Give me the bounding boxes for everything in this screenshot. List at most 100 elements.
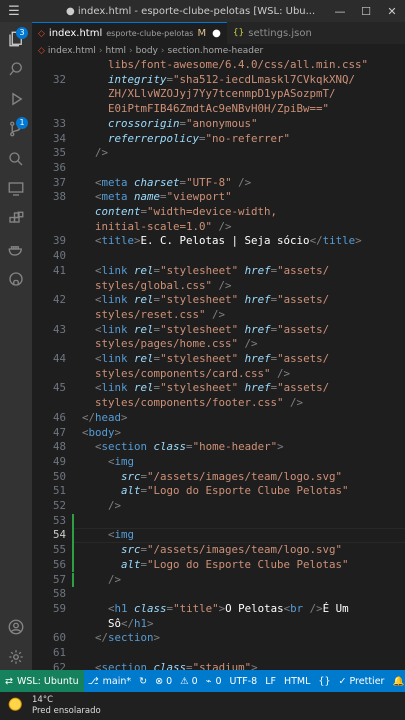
ports-count[interactable]: 0 (215, 676, 225, 687)
code-line[interactable]: 33 crossorigin="anonymous" (32, 117, 405, 132)
code-line[interactable]: 57 /> (32, 573, 405, 588)
code-text: <section class="stadium"> (82, 660, 258, 670)
code-line[interactable]: 55 src="/assets/images/team/logo.svg" (32, 543, 405, 558)
errors-count[interactable]: ⊗ 0 (151, 676, 176, 687)
github-icon[interactable] (0, 264, 32, 294)
search-files-icon[interactable] (0, 144, 32, 174)
notifications-bell-icon[interactable]: 🔔 (388, 676, 405, 687)
account-icon[interactable] (0, 612, 32, 642)
remote-indicator[interactable]: ⇄ WSL: Ubuntu (0, 670, 84, 692)
code-line[interactable]: 45 <link rel="stylesheet" href="assets/ (32, 381, 405, 396)
code-editor[interactable]: libs/font-awesome/6.4.0/css/all.min.css"… (32, 58, 405, 670)
code-line[interactable]: 47 <body> (32, 426, 405, 441)
code-line[interactable]: 59 <h1 class="title">O Pelotas<br />É Um (32, 602, 405, 617)
branch-icon: ⎇ (87, 675, 99, 687)
breadcrumb-item[interactable]: html (106, 46, 127, 56)
line-number: 50 (52, 469, 66, 483)
tab-index-html[interactable]: ◇ index.html esporte-clube-pelotas M ● (32, 22, 227, 44)
close-button[interactable]: ✕ (379, 5, 405, 18)
source-control-icon[interactable]: 1 (0, 114, 32, 144)
end-of-line[interactable]: LF (261, 676, 280, 687)
code-text: styles/components/footer.css" /> (82, 396, 304, 410)
code-line[interactable]: initial-scale=1.0" /> (32, 220, 405, 235)
ports-icon[interactable]: ⌁ (202, 676, 216, 687)
code-line[interactable]: styles/components/footer.css" /> (32, 396, 405, 411)
code-text: <img (82, 454, 135, 468)
code-line[interactable]: 43 <link rel="stylesheet" href="assets/ (32, 323, 405, 338)
code-line[interactable]: 38 <meta name="viewport" (32, 190, 405, 205)
sync-icon[interactable]: ↻ (135, 676, 151, 687)
extensions-icon[interactable] (0, 204, 32, 234)
code-line[interactable]: 62 <section class="stadium"> (32, 661, 405, 670)
code-line[interactable]: Sô</h1> (32, 617, 405, 632)
code-line[interactable]: content="width=device-width, (32, 205, 405, 220)
tab-settings-json[interactable]: {} settings.json (227, 22, 318, 44)
code-text: src="/assets/images/team/logo.svg" (82, 469, 343, 483)
code-line[interactable]: 42 <link rel="stylesheet" href="assets/ (32, 293, 405, 308)
breadcrumb-item[interactable]: index.html (48, 46, 96, 56)
code-line[interactable]: 39 <title>E. C. Pelotas | Seja sócio</ti… (32, 234, 405, 249)
branch-name[interactable]: main* (103, 676, 136, 687)
code-line[interactable]: 51 alt="Logo do Esporte Clube Pelotas" (32, 484, 405, 499)
maximize-button[interactable]: ☐ (353, 5, 379, 18)
code-line[interactable]: styles/pages/home.css" /> (32, 337, 405, 352)
code-line[interactable]: 35 /> (32, 146, 405, 161)
code-text: crossorigin="anonymous" (82, 116, 258, 130)
menu-icon[interactable]: ☰ (0, 4, 28, 19)
code-line[interactable]: 40 (32, 249, 405, 264)
breadcrumb-item[interactable]: section.home-header (168, 46, 264, 56)
encoding[interactable]: UTF-8 (226, 676, 262, 687)
code-line[interactable]: ZH/XLlvWZOJyj7Yy7tcenmpD1ypASozpmT/ (32, 87, 405, 102)
status-bar: ⇄ WSL: Ubuntu ⎇ main* ↻ ⊗ 0 ⚠ 0 ⌁ 0 UTF-… (0, 670, 405, 692)
weather-condition: Pred ensolarado (32, 706, 101, 716)
run-debug-icon[interactable] (0, 84, 32, 114)
braces-icon[interactable]: {} (314, 676, 334, 687)
remote-explorer-icon[interactable] (0, 174, 32, 204)
code-line[interactable]: 34 referrerpolicy="no-referrer" (32, 132, 405, 147)
code-line[interactable]: styles/components/card.css" /> (32, 367, 405, 382)
code-line[interactable]: styles/reset.css" /> (32, 308, 405, 323)
line-number: 37 (52, 175, 66, 189)
tab-dirty-indicator[interactable]: ● (212, 28, 221, 39)
explorer-icon[interactable]: 3 (0, 24, 32, 54)
line-number: 46 (52, 410, 66, 424)
code-line[interactable]: 50 src="/assets/images/team/logo.svg" (32, 470, 405, 485)
code-line[interactable]: 32 integrity="sha512-iecdLmaskl7CVkqkXNQ… (32, 73, 405, 88)
settings-gear-icon[interactable] (0, 642, 32, 672)
tab-label: settings.json (248, 27, 312, 39)
breadcrumb-item[interactable]: body (136, 46, 158, 56)
language-mode[interactable]: HTML (280, 676, 314, 687)
code-line[interactable]: 37 <meta charset="UTF-8" /> (32, 176, 405, 191)
code-text: <meta name="viewport" (82, 190, 232, 204)
code-line[interactable]: libs/font-awesome/6.4.0/css/all.min.css" (32, 58, 405, 73)
minimize-button[interactable]: — (327, 5, 353, 18)
weather-widget[interactable]: 14°C Pred ensolarado (32, 695, 101, 717)
search-icon[interactable] (0, 54, 32, 84)
code-line[interactable]: 41 <link rel="stylesheet" href="assets/ (32, 264, 405, 279)
code-line[interactable]: 53 (32, 514, 405, 529)
code-line[interactable]: 44 <link rel="stylesheet" href="assets/ (32, 352, 405, 367)
code-line[interactable]: 46 </head> (32, 411, 405, 426)
code-line[interactable]: 36 (32, 161, 405, 176)
code-line[interactable]: 61 (32, 646, 405, 661)
code-text: referrerpolicy="no-referrer" (82, 131, 291, 145)
code-text: Sô</h1> (82, 616, 154, 630)
code-line[interactable]: E0iPtmFIB46ZmdtAc9eNBvH0H/ZpiBw==" (32, 102, 405, 117)
line-number: 36 (52, 160, 66, 174)
line-number: 59 (52, 601, 66, 615)
code-line[interactable]: 60 </section> (32, 631, 405, 646)
code-line[interactable]: 58 (32, 587, 405, 602)
code-line[interactable]: 52 /> (32, 499, 405, 514)
docker-icon[interactable] (0, 234, 32, 264)
code-text: styles/reset.css" /> (82, 307, 226, 321)
code-line[interactable]: 54 <img (32, 528, 405, 543)
warnings-count[interactable]: ⚠ 0 (176, 676, 202, 687)
line-number: 52 (52, 499, 66, 512)
code-line[interactable]: 49 <img (32, 455, 405, 470)
code-line[interactable]: 48 <section class="home-header"> (32, 440, 405, 455)
code-line[interactable]: styles/global.css" /> (32, 279, 405, 294)
code-text: <link rel="stylesheet" href="assets/ (82, 263, 330, 277)
prettier-status[interactable]: ✓ Prettier (335, 676, 389, 687)
weather-sun-icon[interactable] (8, 697, 26, 715)
code-line[interactable]: 56 alt="Logo do Esporte Clube Pelotas" (32, 558, 405, 573)
